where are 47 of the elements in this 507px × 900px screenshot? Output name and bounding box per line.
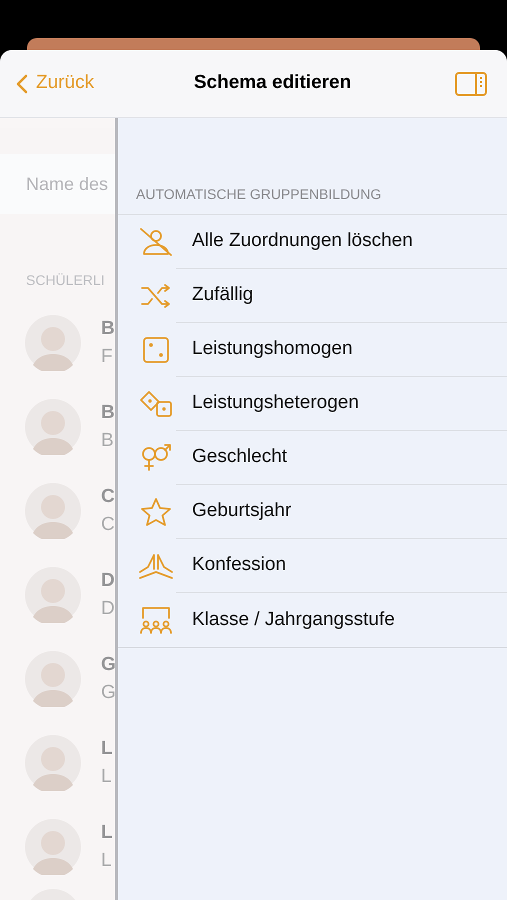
student-name: L [101, 736, 113, 760]
student-name: D [101, 568, 115, 592]
student-detail: F [101, 345, 114, 369]
student-detail: L [101, 849, 113, 873]
star-icon [138, 496, 174, 528]
menu-item-label: Konfession [192, 553, 286, 578]
student-detail: D [101, 597, 115, 621]
avatar-icon [25, 315, 81, 371]
avatar-icon [25, 735, 81, 791]
student-detail: G [101, 681, 115, 705]
menu-item[interactable]: Geschlecht [118, 431, 507, 485]
avatar-icon [25, 567, 81, 623]
avatar-icon [25, 399, 81, 455]
menu-item[interactable]: Klasse / Jahrgangsstufe [118, 593, 507, 647]
menu-item-label: Alle Zuordnungen löschen [192, 229, 413, 254]
menu-item-label: Zufällig [192, 283, 254, 308]
screen-title: Schema editieren [194, 71, 352, 96]
menu-item-label: Geburtsjahr [192, 499, 292, 524]
student-detail: L [101, 765, 113, 789]
student-name: L [101, 820, 113, 844]
menu-item-label: Leistungsheterogen [192, 391, 359, 416]
menu-item-label: Leistungshomogen [192, 337, 353, 362]
sidebar-icon [455, 72, 487, 96]
search-placeholder: Name des [26, 172, 108, 196]
avatar-icon [25, 819, 81, 875]
student-detail: B [101, 429, 115, 453]
section-header: AUTOMATISCHE GRUPPENBILDUNG [118, 184, 507, 215]
student-detail: C [101, 513, 115, 537]
section-header: SCHÜLERLI [25, 271, 106, 290]
menu-item[interactable]: Zufällig [118, 269, 507, 323]
student-name: G [101, 652, 115, 676]
menu-item[interactable]: Geburtsjahr [118, 485, 507, 539]
avatar-icon [25, 651, 81, 707]
person-slash-icon [138, 226, 174, 258]
student-name: B [101, 400, 115, 424]
group-icon [138, 604, 174, 636]
menu-item-label: Klasse / Jahrgangsstufe [192, 608, 395, 632]
chevron-left-icon [16, 74, 28, 94]
menu-item-label: Geschlecht [192, 445, 288, 470]
menu-item[interactable]: Konfession [118, 539, 507, 593]
menu-item[interactable]: Leistungshomogen [118, 323, 507, 377]
menu-item[interactable]: Alle Zuordnungen löschen [118, 215, 507, 269]
student-name: B [101, 316, 115, 340]
avatar-icon [25, 483, 81, 539]
menu-item[interactable]: Leistungsheterogen [118, 377, 507, 431]
student-name: C [101, 484, 115, 508]
dice-icon [138, 388, 174, 420]
